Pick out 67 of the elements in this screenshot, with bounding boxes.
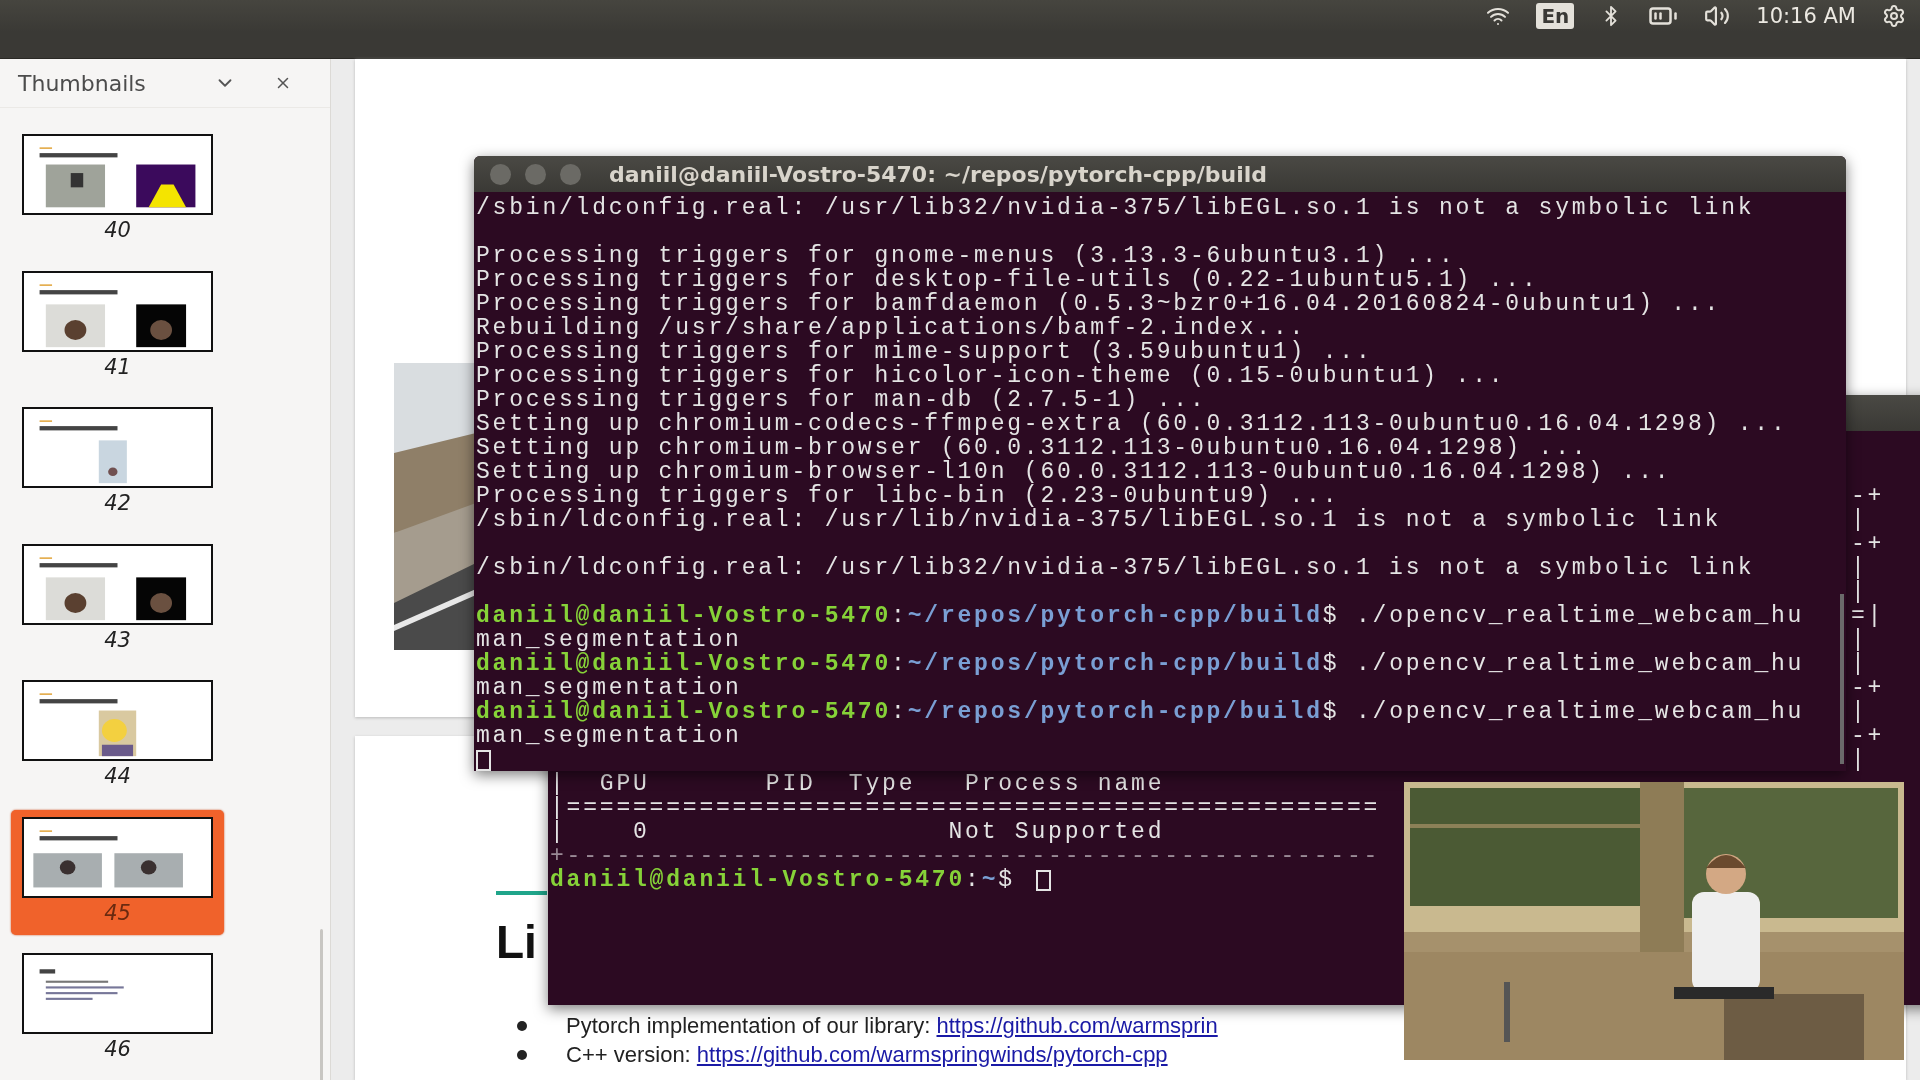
terminal-output-line: /sbin/ldconfig.real: /usr/lib/nvidia-375/libEGL.so.1 is not a symbolic link — [476, 508, 1722, 532]
terminal-output-line: | 0 Not Supported — [550, 820, 1165, 844]
link[interactable]: https://github.com/warmsprin — [936, 1012, 1218, 1038]
terminal-output-line: /sbin/ldconfig.real: /usr/lib32/nvidia-375/libEGL.so.1 is not a symbolic link — [476, 196, 1755, 220]
table-border-fragment: | — [1851, 508, 1868, 532]
terminal-output-line: Processing triggers for desktop-file-utils (0.22-1ubuntu5.1) ... — [476, 268, 1539, 292]
table-border-fragment: -+ — [1851, 532, 1885, 556]
slide-heading: Li — [496, 917, 538, 967]
table-border-fragment: | — [1851, 580, 1868, 604]
terminal-output-line: Rebuilding /usr/share/applications/bamf-2.index... — [476, 316, 1307, 340]
bullet-text: Pytorch implementation of our library: https://github.com/warmsprin — [566, 1012, 1218, 1039]
command-prompt-line: daniil@daniil-Vostro-5470:~/repos/pytorch-cpp/build$ ./opencv_realtime_webcam_hu — [476, 700, 1805, 724]
thumbnail-item[interactable]: 42 — [11, 400, 224, 525]
scrollbar[interactable] — [1840, 594, 1844, 764]
command-prompt-line: daniil@daniil-Vostro-5470:~/repos/pytorch-cpp/build$ ./opencv_realtime_webcam_hu — [476, 652, 1805, 676]
terminal-output-line: Processing triggers for hicolor-icon-theme (0.15-0ubuntu1) ... — [476, 364, 1506, 388]
terminal-output-line: Processing triggers for bamfdaemon (0.5.3~bzr0+16.04.20160824-0ubuntu1) ... — [476, 292, 1722, 316]
bullet-icon — [517, 1020, 527, 1031]
terminal-output-line: Setting up chromium-browser-l10n (60.0.3112.113-0ubuntu0.16.04.1298) ... — [476, 460, 1672, 484]
thumbnail-item[interactable]: 40 — [11, 127, 224, 252]
page-number: 40 — [104, 217, 131, 244]
table-border-fragment: | — [1851, 700, 1868, 724]
table-border-fragment: | — [1851, 652, 1868, 676]
table-border-fragment: -+ — [1851, 484, 1885, 508]
page-number: 46 — [104, 1036, 131, 1063]
sidebar-title: Thumbnails — [18, 70, 147, 96]
terminal-output-line: /sbin/ldconfig.real: /usr/lib32/nvidia-375/libEGL.so.1 is not a symbolic link — [476, 556, 1755, 580]
link[interactable]: https://github.com/warmspringwinds/pytorch-cpp — [696, 1041, 1168, 1067]
terminal-output-line: Setting up chromium-browser (60.0.3112.113-0ubuntu0.16.04.1298) ... — [476, 436, 1589, 460]
terminal-output-line: Processing triggers for gnome-menus (3.13.3-6ubuntu3.1) ... — [476, 244, 1456, 268]
thumbnail-item[interactable]: 46 — [11, 946, 224, 1071]
command-prompt-line: daniil@daniil-Vostro-5470:~$ — [550, 868, 1016, 892]
page-number: 45 — [104, 899, 131, 927]
terminal-output-line: Processing triggers for libc-bin (2.23-0ubuntu9) ... — [476, 484, 1340, 508]
terminal-output-line: Processing triggers for man-db (2.7.5-1) ... — [476, 388, 1207, 412]
bullet-icon — [517, 1049, 527, 1060]
terminal-output-line: | GPU PID Type Process name — [550, 772, 1165, 796]
table-border-fragment: | — [1851, 628, 1868, 652]
page-number: 44 — [104, 763, 131, 790]
table-border-fragment: | — [1851, 556, 1868, 580]
page-number: 42 — [104, 490, 131, 517]
terminal-output-line: man_segmentation — [476, 676, 742, 700]
table-border-fragment: -+ — [1851, 676, 1885, 700]
terminal-output-line: |================================================= — [550, 796, 1381, 820]
window-title: daniil@daniil-Vostro-5470: ~/repos/pytorch-cpp/build — [609, 161, 1268, 187]
terminal-output-line: man_segmentation — [476, 724, 742, 748]
scrollbar[interactable] — [320, 929, 323, 1080]
table-border-fragment: | — [1851, 748, 1868, 772]
page-number: 43 — [104, 626, 131, 654]
clock[interactable]: 10:16 AM — [1756, 4, 1856, 28]
command-prompt-line: daniil@daniil-Vostro-5470:~/repos/pytorch-cpp/build$ ./opencv_realtime_webcam_hu — [476, 604, 1805, 628]
volume-icon[interactable] — [1704, 3, 1731, 29]
bullet-text: C++ version: https://github.com/warmspringwinds/pytorch-cpp — [566, 1041, 1168, 1068]
settings-icon[interactable] — [1882, 4, 1906, 28]
terminal-output-line: man_segmentation — [476, 628, 742, 652]
terminal-output-line: +------------------------------------------------- — [550, 844, 1381, 868]
table-border-fragment: =| — [1851, 604, 1885, 628]
terminal-output-line: Setting up chromium-codecs-ffmpeg-extra (60.0.3112.113-0ubuntu0.16.04.1298) ... — [476, 412, 1788, 436]
terminal-output-line: Processing triggers for mime-support (3.59ubuntu1) ... — [476, 340, 1373, 364]
thumbnail-item[interactable]: 43 — [11, 536, 224, 662]
table-border-fragment: -+ — [1851, 724, 1885, 748]
page-number: 41 — [104, 353, 131, 381]
thumbnail-item[interactable]: 41 — [11, 263, 224, 389]
text-cursor — [1035, 869, 1051, 891]
text-cursor — [476, 749, 491, 771]
keyboard-layout-indicator[interactable]: En — [1536, 3, 1575, 29]
thumbnail-item[interactable]: 44 — [11, 673, 224, 798]
